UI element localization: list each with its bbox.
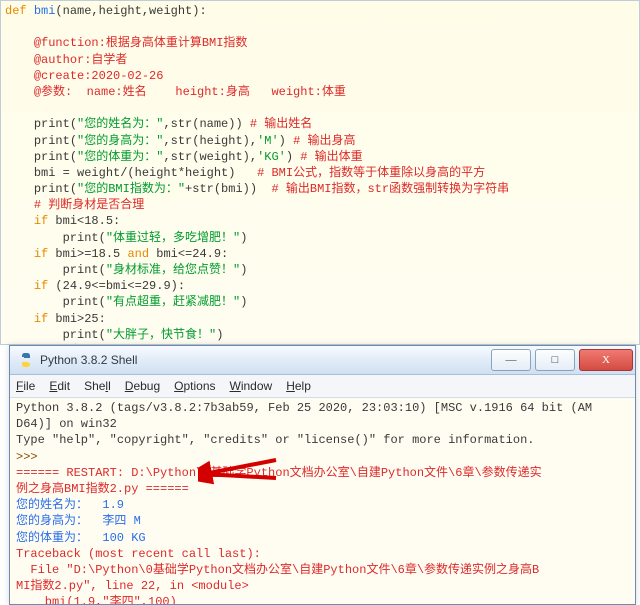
menu-options[interactable]: Options — [174, 378, 215, 394]
code-block[interactable]: def bmi(name,height,weight): @function:根… — [5, 3, 635, 345]
output-name: 您的姓名为： 1.9 — [16, 498, 124, 512]
traceback-header: Traceback (most recent call last): — [16, 547, 261, 561]
shell-menubar: File Edit Shell Debug Options Window Hel… — [10, 375, 635, 398]
idle-shell-window: Python 3.8.2 Shell — □ X File Edit Shell… — [9, 345, 636, 605]
maximize-button[interactable]: □ — [535, 349, 575, 371]
output-weight: 您的体重为： 100 KG — [16, 531, 146, 545]
menu-debug[interactable]: Debug — [125, 378, 160, 394]
doc-author: @author:自学者 — [34, 53, 128, 67]
fn-name: bmi — [34, 4, 56, 18]
menu-shell[interactable]: Shell — [84, 378, 111, 394]
doc-function: @function:根据身高体重计算BMI指数 — [34, 36, 248, 50]
minimize-icon: — — [506, 353, 517, 368]
window-controls: — □ X — [487, 349, 633, 371]
python-icon — [18, 352, 34, 368]
output-height: 您的身高为： 李四 M — [16, 514, 141, 528]
shell-title: Python 3.8.2 Shell — [40, 352, 487, 368]
maximize-icon: □ — [552, 353, 559, 368]
menu-file[interactable]: File — [16, 378, 35, 394]
minimize-button[interactable]: — — [491, 349, 531, 371]
kw-def: def — [5, 4, 27, 18]
shell-output[interactable]: Python 3.8.2 (tags/v3.8.2:7b3ab59, Feb 2… — [10, 398, 635, 604]
doc-create: @create:2020-02-26 — [34, 69, 164, 83]
python-editor: def bmi(name,height,weight): @function:根… — [0, 0, 640, 345]
menu-edit[interactable]: Edit — [49, 378, 70, 394]
shell-titlebar[interactable]: Python 3.8.2 Shell — □ X — [10, 346, 635, 375]
menu-window[interactable]: Window — [230, 378, 273, 394]
comment-judge: # 判断身材是否合理 — [34, 198, 144, 212]
shell-text: Python 3.8.2 (tags/v3.8.2:7b3ab59, Feb 2… — [16, 400, 629, 604]
doc-params: @参数: name:姓名 height:身高 weight:体重 — [34, 85, 346, 99]
shell-prompt: >>> — [16, 450, 38, 464]
close-button[interactable]: X — [579, 349, 633, 371]
menu-help[interactable]: Help — [286, 378, 311, 394]
close-icon: X — [602, 353, 610, 368]
restart-banner: ====== RESTART: D:\Python\0基础学Python文档办公… — [16, 466, 542, 480]
